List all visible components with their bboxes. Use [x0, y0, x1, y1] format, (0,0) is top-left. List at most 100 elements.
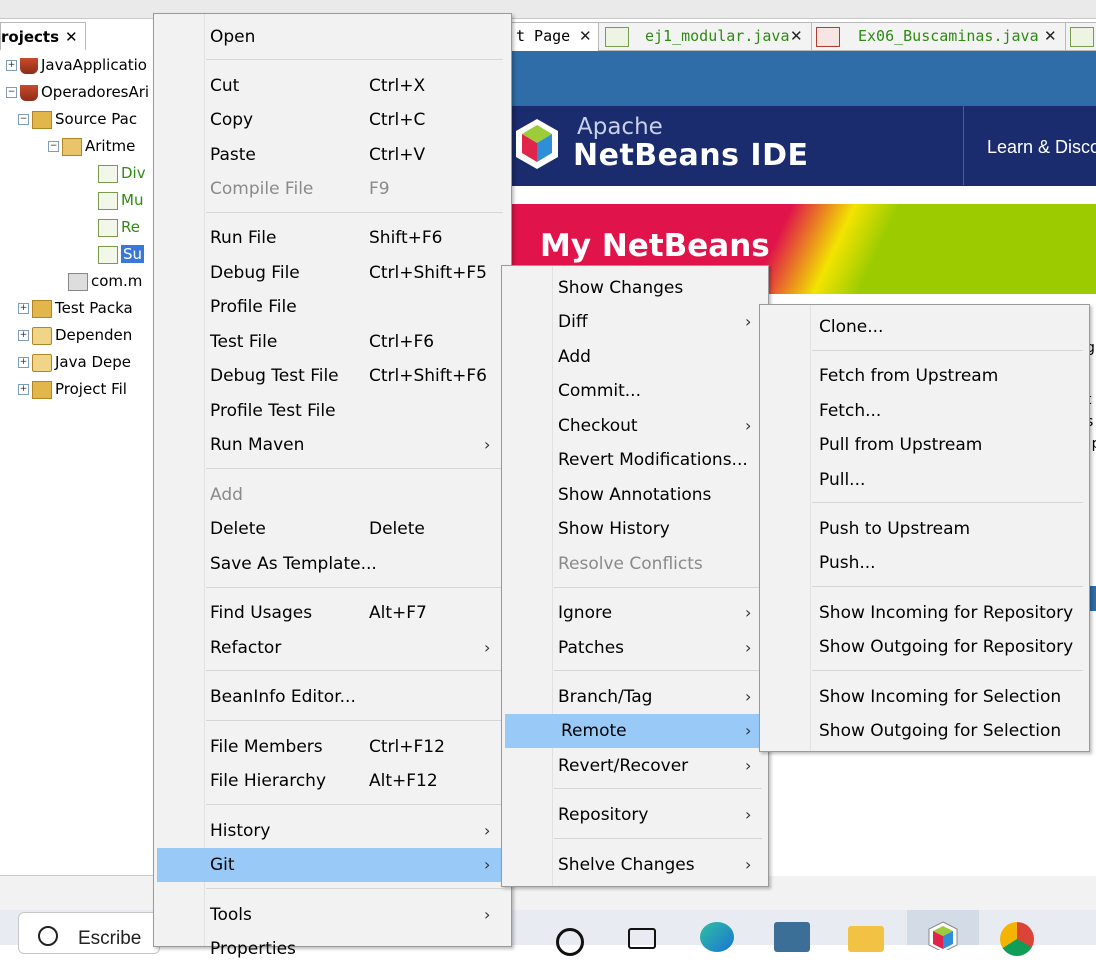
menu-item-pull-from-upstream[interactable]: Pull from Upstream: [760, 428, 1089, 462]
menu-item-ignore[interactable]: Ignore ›: [502, 596, 768, 630]
menu-item-push[interactable]: Push...: [760, 546, 1089, 580]
close-icon[interactable]: ✕: [1044, 23, 1057, 50]
menu-item-checkout[interactable]: Checkout ›: [502, 409, 768, 443]
file-explorer-icon[interactable]: [848, 926, 884, 952]
menu-item-run-file[interactable]: Run File Shift+F6: [154, 221, 511, 255]
tree-node-label: Project Fil: [55, 380, 127, 398]
menu-separator: [206, 804, 503, 805]
search-icon: [38, 926, 58, 946]
menu-item-show-outgoing-repository[interactable]: Show Outgoing for Repository: [760, 630, 1089, 664]
menu-item-revert-recover[interactable]: Revert/Recover ›: [502, 749, 768, 783]
menu-item-tools[interactable]: Tools ›: [154, 898, 511, 932]
tree-node-java-dependencies[interactable]: + Java Depe: [18, 349, 131, 375]
expand-icon[interactable]: +: [18, 330, 29, 341]
menu-item-repository[interactable]: Repository ›: [502, 798, 768, 832]
tree-node-package-com[interactable]: com.m: [68, 268, 142, 294]
tab-start-page[interactable]: t Page ✕: [505, 22, 599, 51]
menu-item-beaninfo-editor[interactable]: BeanInfo Editor...: [154, 680, 511, 714]
menu-item-properties[interactable]: Properties: [154, 932, 511, 966]
menu-separator: [554, 587, 762, 588]
menu-item-debug-file[interactable]: Debug File Ctrl+Shift+F5: [154, 256, 511, 290]
tab-overflow[interactable]: [1065, 22, 1096, 50]
menu-item-refactor[interactable]: Refactor ›: [154, 631, 511, 665]
menu-item-file-members[interactable]: File Members Ctrl+F12: [154, 730, 511, 764]
menu-item-commit[interactable]: Commit...: [502, 374, 768, 408]
menu-item-add[interactable]: Add: [502, 340, 768, 374]
coffee-cup-icon: [20, 84, 38, 101]
menu-item-show-changes[interactable]: Show Changes: [502, 271, 768, 305]
close-icon[interactable]: ✕: [579, 23, 592, 50]
menu-item-resolve-conflicts: Resolve Conflicts: [558, 554, 703, 574]
tree-node-test-packages[interactable]: + Test Packa: [18, 295, 133, 321]
tree-node-label: Test Packa: [55, 299, 133, 317]
menu-item-show-history[interactable]: Show History: [502, 512, 768, 546]
menu-item-show-incoming-selection[interactable]: Show Incoming for Selection: [760, 680, 1089, 714]
menu-item-run-maven[interactable]: Run Maven ›: [154, 428, 511, 462]
git-submenu: Show Changes Diff › Add Commit... Checkou…: [501, 265, 769, 887]
menu-item-find-usages[interactable]: Find Usages Alt+F7: [154, 596, 511, 630]
tree-node-project-files[interactable]: + Project Fil: [18, 376, 127, 402]
menu-item-clone[interactable]: Clone...: [760, 310, 1089, 344]
menu-item-show-outgoing-selection[interactable]: Show Outgoing for Selection: [760, 714, 1089, 748]
menu-item-paste[interactable]: Paste Ctrl+V: [154, 138, 511, 172]
menu-item-diff[interactable]: Diff ›: [502, 305, 768, 339]
my-netbeans-title[interactable]: My NetBeans: [540, 228, 770, 264]
menu-item-patches[interactable]: Patches ›: [502, 631, 768, 665]
expand-icon[interactable]: +: [18, 303, 29, 314]
collapse-icon[interactable]: −: [48, 141, 59, 152]
tree-node-file-selected[interactable]: Su: [98, 241, 145, 267]
menu-item-show-annotations[interactable]: Show Annotations: [502, 478, 768, 512]
menu-item-debug-test-file[interactable]: Debug Test File Ctrl+Shift+F6: [154, 359, 511, 393]
menu-item-push-to-upstream[interactable]: Push to Upstream: [760, 512, 1089, 546]
java-file-icon: [605, 27, 629, 47]
netbeans-icon[interactable]: [926, 920, 960, 950]
menu-item-profile-file[interactable]: Profile File: [154, 290, 511, 324]
search-icon[interactable]: [556, 928, 584, 956]
menu-item-branch-tag[interactable]: Branch/Tag ›: [502, 680, 768, 714]
tree-node-file[interactable]: Div: [98, 160, 146, 186]
menu-item-delete[interactable]: Delete Delete: [154, 512, 511, 546]
tree-node-dependencies[interactable]: + Dependen: [18, 322, 132, 348]
menu-item-cut[interactable]: Cut Ctrl+X: [154, 69, 511, 103]
menu-item-file-hierarchy[interactable]: File Hierarchy Alt+F12: [154, 764, 511, 798]
tree-node-operadores[interactable]: − OperadoresAri: [6, 79, 149, 105]
menu-item-remote[interactable]: Remote ›: [505, 714, 762, 748]
menu-item-add: Add: [210, 485, 243, 505]
tab-projects[interactable]: rojects ✕: [0, 22, 86, 51]
menu-item-history[interactable]: History ›: [154, 814, 511, 848]
menu-item-open[interactable]: Open: [154, 20, 511, 54]
menu-item-fetch-from-upstream[interactable]: Fetch from Upstream: [760, 359, 1089, 393]
menu-item-copy[interactable]: Copy Ctrl+C: [154, 103, 511, 137]
menu-item-profile-test-file[interactable]: Profile Test File: [154, 394, 511, 428]
learn-discover-link[interactable]: Learn & Disco: [987, 137, 1096, 158]
task-view-icon[interactable]: [628, 928, 656, 949]
tree-node-file[interactable]: Mu: [98, 187, 143, 213]
expand-icon[interactable]: +: [18, 357, 29, 368]
menu-item-git[interactable]: Git ›: [157, 848, 503, 882]
collapse-icon[interactable]: −: [6, 87, 17, 98]
tab-ej1-modular[interactable]: ej1_modular.java ✕: [598, 22, 812, 50]
menu-item-shelve-changes[interactable]: Shelve Changes ›: [502, 848, 768, 882]
tree-node-label: JavaApplicatio: [41, 56, 147, 74]
close-icon[interactable]: ✕: [790, 23, 803, 50]
tree-node-package-aritme[interactable]: − Aritme: [48, 133, 135, 159]
tree-node-source-packages[interactable]: − Source Pac: [18, 106, 137, 132]
tab-ex06-buscaminas[interactable]: Ex06_Buscaminas.java ✕: [811, 22, 1066, 50]
menu-item-fetch[interactable]: Fetch...: [760, 394, 1089, 428]
chevron-right-icon: ›: [745, 721, 752, 740]
collapse-icon[interactable]: −: [18, 114, 29, 125]
menu-item-test-file[interactable]: Test File Ctrl+F6: [154, 325, 511, 359]
chrome-icon[interactable]: [1000, 922, 1034, 956]
menu-item-revert-modifications[interactable]: Revert Modifications...: [502, 443, 768, 477]
expand-icon[interactable]: +: [18, 384, 29, 395]
tree-node-file[interactable]: Re: [98, 214, 140, 240]
menu-item-show-incoming-repository[interactable]: Show Incoming for Repository: [760, 596, 1089, 630]
mysql-workbench-icon[interactable]: [774, 922, 810, 952]
edge-icon[interactable]: [700, 922, 734, 952]
close-icon[interactable]: ✕: [65, 23, 78, 51]
menu-separator: [554, 838, 762, 839]
menu-item-pull[interactable]: Pull...: [760, 463, 1089, 497]
expand-icon[interactable]: +: [6, 60, 17, 71]
menu-item-save-as-template[interactable]: Save As Template...: [154, 547, 511, 581]
tree-node-javaapplication[interactable]: + JavaApplicatio: [6, 52, 147, 78]
